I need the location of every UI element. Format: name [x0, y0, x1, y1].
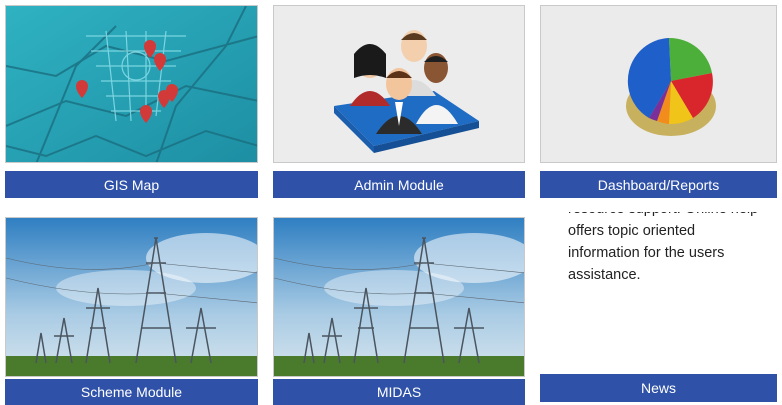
admin-module-image: [273, 5, 525, 163]
news-line: information for the users: [568, 245, 725, 261]
pie-chart-icon: [541, 6, 776, 162]
users-group-icon: [274, 6, 524, 162]
scheme-module-label[interactable]: Scheme Module: [5, 379, 258, 405]
scheme-module-image: [5, 217, 258, 377]
tile-admin-module[interactable]: Admin Module: [273, 5, 525, 198]
dashboard-reports-image: [540, 5, 777, 163]
news-content: resource support. Online help offers top…: [540, 212, 777, 367]
tile-gis-map[interactable]: GIS Map: [5, 5, 258, 198]
gis-map-image: [5, 5, 258, 163]
tile-scheme-module[interactable]: Scheme Module: [5, 212, 258, 405]
admin-module-label[interactable]: Admin Module: [273, 171, 525, 198]
midas-label[interactable]: MIDAS: [273, 379, 525, 405]
tile-dashboard-reports[interactable]: Dashboard/Reports: [540, 5, 777, 198]
midas-image: [273, 217, 525, 377]
tile-midas[interactable]: MIDAS: [273, 212, 525, 405]
gis-map-label[interactable]: GIS Map: [5, 171, 258, 198]
news-line: resource support. Online help: [568, 212, 768, 220]
news-line: offers topic oriented: [568, 223, 696, 239]
news-label[interactable]: News: [540, 374, 777, 402]
dashboard-reports-label[interactable]: Dashboard/Reports: [540, 171, 777, 198]
news-line: assistance.: [568, 267, 641, 283]
news-text: resource support. Online help offers top…: [568, 212, 768, 286]
tile-news[interactable]: resource support. Online help offers top…: [540, 212, 777, 405]
